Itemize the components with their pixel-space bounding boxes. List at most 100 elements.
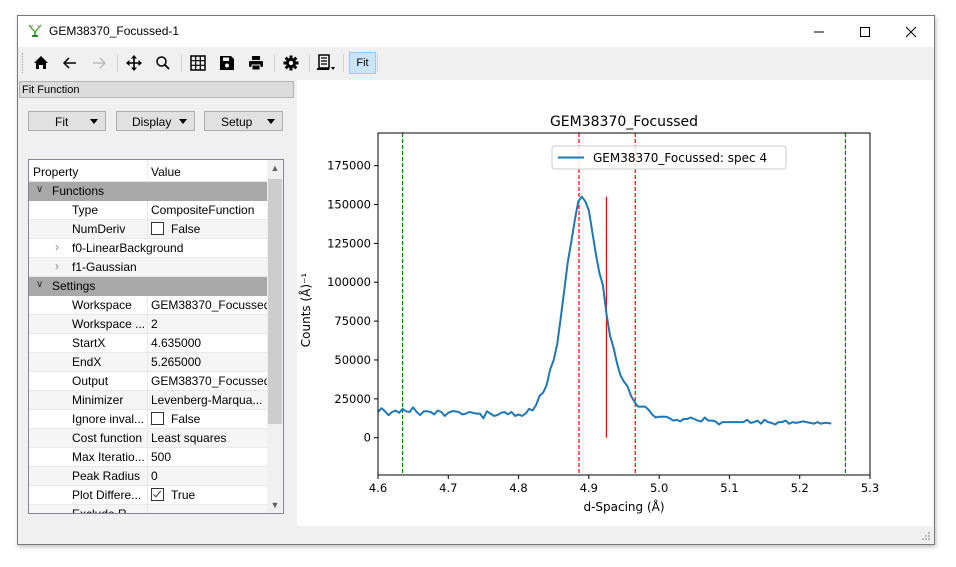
table-row[interactable]: Minimizer Levenberg-Marqua... — [29, 391, 267, 410]
function-row[interactable]: › f1-Gaussian — [29, 258, 267, 277]
print-icon — [249, 56, 263, 71]
pan-button[interactable] — [122, 52, 146, 74]
column-header-value[interactable]: Value — [151, 165, 267, 179]
table-row[interactable]: Ignore inval... False — [29, 410, 267, 429]
series-line — [378, 195, 832, 426]
property-value[interactable]: 2 — [151, 317, 267, 331]
plot-difference-checkbox[interactable] — [151, 488, 164, 501]
property-name: Type — [72, 203, 99, 217]
table-row[interactable]: NumDeriv False — [29, 220, 267, 239]
arrow-right-icon — [93, 57, 107, 69]
property-table: Property Value ∨ Functions Type Composit… — [28, 159, 284, 514]
forward-button[interactable] — [87, 52, 111, 74]
resize-grip-icon[interactable] — [921, 531, 931, 541]
group-row-settings[interactable]: ∨ Settings — [29, 277, 267, 296]
setup-dropdown-button[interactable]: Setup — [204, 111, 283, 131]
arrow-left-icon — [62, 57, 76, 69]
x-tick-label: 4.6 — [369, 481, 387, 495]
script-button[interactable] — [314, 52, 338, 74]
script-icon — [317, 54, 335, 70]
chevron-down-icon — [179, 119, 187, 124]
property-name: NumDeriv — [72, 222, 126, 236]
function-name: f0-LinearBackground — [72, 241, 184, 255]
print-button[interactable] — [244, 52, 268, 74]
property-name: Workspace ... — [72, 317, 146, 331]
table-row[interactable]: EndX 5.265000 — [29, 353, 267, 372]
setup-dropdown-label: Setup — [221, 115, 253, 129]
toolbar-separator — [377, 54, 378, 72]
property-value: False — [171, 412, 201, 426]
numderiv-checkbox[interactable] — [151, 222, 164, 235]
table-row[interactable]: Plot Differe... True — [29, 486, 267, 505]
toolbar-separator — [117, 54, 118, 72]
close-icon — [905, 26, 917, 37]
scroll-down-icon[interactable]: ▼ — [267, 497, 283, 513]
property-name: Peak Radius — [72, 469, 141, 483]
column-header-property[interactable]: Property — [33, 165, 107, 179]
chevron-down-icon[interactable]: ∨ — [36, 279, 43, 290]
gear-icon — [283, 55, 299, 71]
property-value[interactable]: Levenberg-Marqua... — [151, 393, 267, 407]
maximize-button[interactable] — [842, 16, 888, 47]
property-value[interactable]: CompositeFunction — [151, 203, 267, 217]
property-name: Max Iteratio... — [72, 450, 145, 464]
property-value[interactable]: GEM38370_Focussed — [151, 298, 267, 312]
vertical-scrollbar[interactable]: ▲ ▼ — [267, 160, 283, 513]
plot-canvas[interactable]: 4.6 4.7 4.8 4.9 5.0 5.1 5.2 5.3 0 25000 50000 75000… — [297, 80, 933, 526]
ignore-invalid-checkbox[interactable] — [151, 412, 164, 425]
plot-toolbar: Fit — [18, 48, 934, 78]
save-button[interactable] — [215, 52, 239, 74]
home-button[interactable] — [29, 52, 53, 74]
table-row[interactable]: Exclude R... — [29, 505, 267, 513]
table-row[interactable]: StartX 4.635000 — [29, 334, 267, 353]
chevron-right-icon[interactable]: › — [55, 259, 59, 273]
close-button[interactable] — [888, 16, 934, 47]
fit-toggle-button[interactable]: Fit — [349, 52, 376, 74]
property-name: Output — [72, 374, 109, 388]
grid-button[interactable] — [186, 52, 210, 74]
property-value[interactable]: GEM38370_Focussed — [151, 374, 267, 388]
dock-title[interactable]: Fit Function — [19, 81, 294, 98]
chevron-down-icon — [90, 119, 98, 124]
back-button[interactable] — [58, 52, 82, 74]
table-row[interactable]: Workspace GEM38370_Focussed — [29, 296, 267, 315]
chart-title: GEM38370_Focussed — [550, 114, 698, 130]
table-row[interactable]: Output GEM38370_Focussed — [29, 372, 267, 391]
property-value[interactable]: 5.265000 — [151, 355, 267, 369]
scroll-up-icon[interactable]: ▲ — [267, 160, 283, 176]
toolbar-grip[interactable] — [22, 53, 25, 73]
function-name: f1-Gaussian — [72, 260, 137, 274]
group-row-functions[interactable]: ∨ Functions — [29, 182, 267, 201]
minimize-button[interactable] — [796, 16, 842, 47]
title-bar: GEM38370_Focussed-1 — [18, 16, 934, 47]
table-header: Property Value — [29, 160, 267, 182]
toolbar-separator — [309, 54, 310, 72]
chevron-right-icon[interactable]: › — [55, 240, 59, 254]
property-value[interactable]: 0 — [151, 469, 267, 483]
function-row[interactable]: › f0-LinearBackground — [29, 239, 267, 258]
table-row[interactable]: Peak Radius 0 — [29, 467, 267, 486]
property-value[interactable]: 500 — [151, 450, 267, 464]
table-row[interactable]: Cost function Least squares — [29, 429, 267, 448]
property-name: Plot Differe... — [72, 488, 142, 502]
table-row[interactable]: Workspace ... 2 — [29, 315, 267, 334]
property-name: StartX — [72, 336, 106, 350]
property-value: False — [171, 222, 201, 236]
x-tick-label: 5.1 — [720, 481, 738, 495]
y-tick-label: 125000 — [327, 236, 371, 250]
x-tick-label: 4.9 — [580, 481, 598, 495]
x-tick-label: 5.0 — [650, 481, 668, 495]
fit-dropdown-button[interactable]: Fit — [28, 111, 106, 131]
property-value[interactable]: Least squares — [151, 431, 267, 445]
property-value[interactable]: 4.635000 — [151, 336, 267, 350]
fit-function-dock: Fit Function Fit Display Setup Property … — [18, 80, 296, 526]
scrollbar-thumb[interactable] — [268, 179, 282, 424]
settings-button[interactable] — [279, 52, 303, 74]
y-tick-label: 175000 — [327, 159, 371, 173]
table-row[interactable]: Max Iteratio... 500 — [29, 448, 267, 467]
table-row[interactable]: Type CompositeFunction — [29, 201, 267, 220]
chevron-down-icon[interactable]: ∨ — [36, 184, 43, 195]
zoom-button[interactable] — [151, 52, 175, 74]
chart-svg[interactable]: 4.6 4.7 4.8 4.9 5.0 5.1 5.2 5.3 0 25000 50000 75000… — [297, 80, 933, 526]
display-dropdown-button[interactable]: Display — [116, 111, 195, 131]
